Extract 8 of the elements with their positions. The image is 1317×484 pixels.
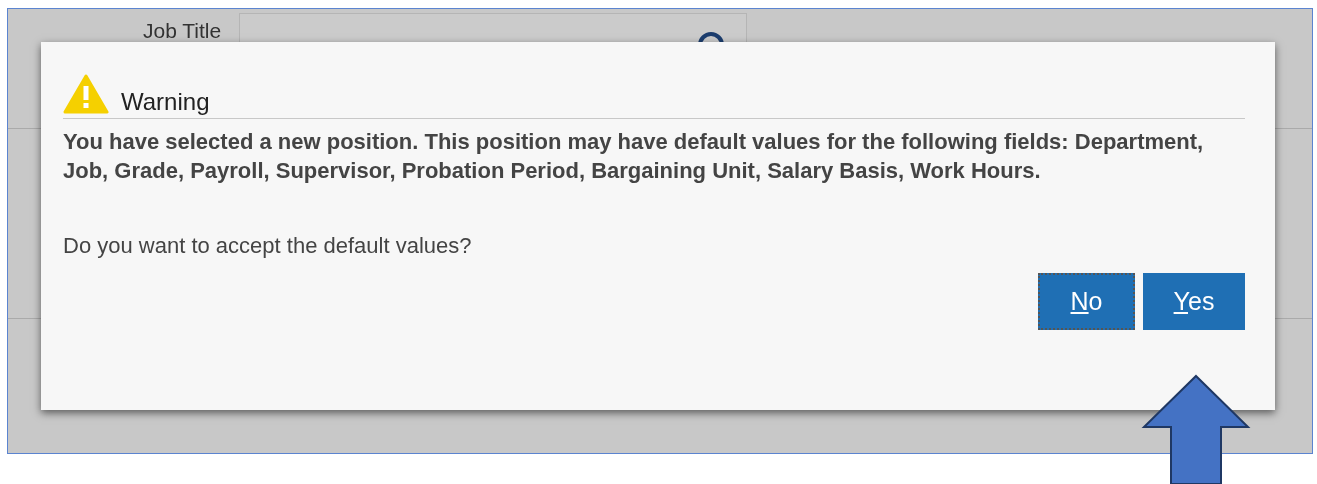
- warning-message: You have selected a new position. This position may have default values for the following fields: Department, Job, Grade, Payroll, Supervisor, Probation Period, Bargaining Unit, Salary Basis, Work Hours.: [63, 128, 1205, 185]
- dialog-button[interactable]: No: [1038, 273, 1135, 330]
- dialog-title: Warning: [121, 90, 210, 114]
- dialog-button[interactable]: Yes: [1143, 273, 1245, 330]
- warning-icon: [63, 74, 109, 114]
- up-arrow-icon: [1141, 374, 1251, 484]
- question-text: Do you want to accept the default values?: [63, 233, 473, 259]
- field-label: Job Title: [143, 19, 222, 43]
